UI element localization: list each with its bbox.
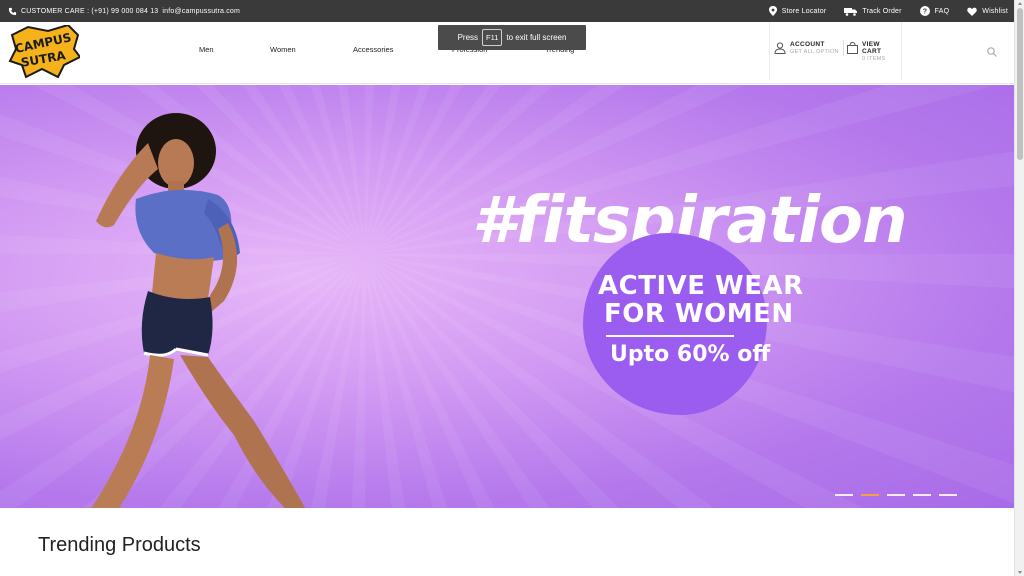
customer-care-text: CUSTOMER CARE : (+91) 99 000 084 13	[21, 7, 159, 15]
slider-dot-active[interactable]	[861, 494, 879, 496]
wishlist-label: Wishlist	[982, 7, 1008, 15]
phone-icon	[8, 7, 17, 16]
model-image	[91, 113, 306, 508]
nav-accessories[interactable]: Accessories	[353, 45, 393, 54]
track-order-label: Track Order	[862, 7, 902, 15]
badge-divider	[606, 335, 734, 337]
page-scrollbar[interactable]	[1014, 0, 1024, 576]
fullscreen-press-text: Press	[457, 33, 479, 42]
view-cart-button[interactable]: VIEW CART 0 ITEMS	[847, 41, 901, 62]
contact-info: CUSTOMER CARE : (+91) 99 000 084 13 info…	[8, 0, 240, 22]
top-utility-bar: CUSTOMER CARE : (+91) 99 000 084 13 info…	[0, 0, 1014, 22]
track-order-link[interactable]: Track Order	[844, 7, 901, 16]
store-locator-label: Store Locator	[781, 7, 827, 15]
account-cart-area: ACCOUNT GET ALL OPTION VIEW CART 0 ITEMS	[769, 22, 902, 80]
nav-men[interactable]: Men	[199, 45, 214, 54]
scroll-down-arrow-icon[interactable]	[1018, 571, 1022, 574]
site-header: CAMPUS SUTRA Men Women Accessories Profe…	[0, 22, 1014, 84]
hero-banner[interactable]: #fitspiration ACTIVE WEAR FOR WOMEN Upto…	[0, 85, 1014, 508]
fullscreen-rest-text: to exit full screen	[506, 33, 567, 42]
scrollbar-thumb[interactable]	[1017, 8, 1023, 160]
search-button[interactable]	[987, 44, 997, 62]
search-icon	[987, 44, 997, 61]
cart-subtitle: 0 ITEMS	[862, 56, 886, 62]
campus-sutra-logo[interactable]: CAMPUS SUTRA	[8, 23, 82, 79]
scroll-up-arrow-icon[interactable]	[1018, 2, 1022, 5]
slider-dot[interactable]	[939, 494, 957, 496]
nav-women[interactable]: Women	[270, 45, 296, 54]
badge-line-2: FOR WOMEN	[604, 299, 794, 329]
account-divider	[843, 40, 844, 56]
heart-icon	[967, 7, 978, 16]
faq-label: FAQ	[934, 7, 950, 15]
question-circle-icon: ?	[919, 6, 930, 16]
badge-line-1: ACTIVE WEAR	[598, 271, 804, 301]
faq-link[interactable]: ? FAQ	[919, 6, 950, 16]
trending-products-heading: Trending Products	[38, 534, 201, 556]
account-title: ACCOUNT	[790, 41, 825, 48]
map-pin-icon	[768, 6, 777, 16]
utility-links: Store Locator Track Order ? FAQ Wishlist	[751, 0, 1008, 22]
user-icon	[774, 41, 786, 59]
account-button[interactable]: ACCOUNT GET ALL OPTION	[774, 41, 839, 59]
store-locator-link[interactable]: Store Locator	[768, 6, 827, 16]
slider-dot[interactable]	[913, 494, 931, 496]
slider-dots	[835, 494, 957, 496]
svg-text:?: ?	[922, 9, 926, 16]
fullscreen-notice: Press F11 to exit full screen	[438, 25, 586, 50]
email-link[interactable]: info@campussutra.com	[162, 8, 240, 15]
slider-dot[interactable]	[835, 494, 853, 496]
f11-key: F11	[482, 29, 503, 46]
shopping-bag-icon	[847, 41, 858, 59]
wishlist-link[interactable]: Wishlist	[967, 7, 1008, 16]
slider-dot[interactable]	[887, 494, 905, 496]
cart-title: VIEW CART	[862, 41, 882, 55]
badge-line-3: Upto 60% off	[610, 342, 771, 367]
truck-icon	[844, 7, 858, 16]
account-subtitle: GET ALL OPTION	[790, 49, 839, 55]
